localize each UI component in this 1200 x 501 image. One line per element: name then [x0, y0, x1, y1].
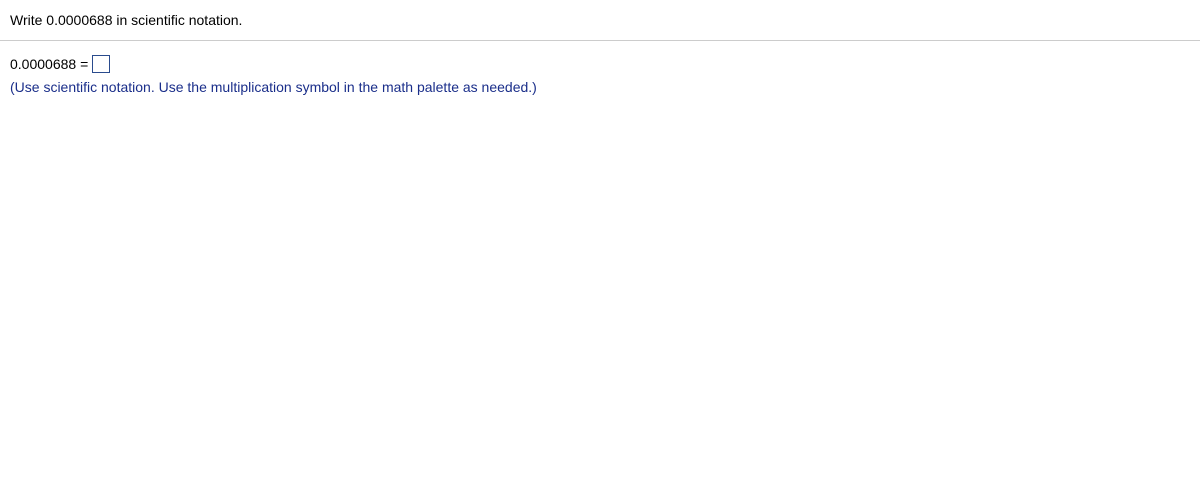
question-text: Write 0.0000688 in scientific notation. — [10, 12, 242, 28]
question-prompt: Write 0.0000688 in scientific notation. — [0, 0, 1200, 41]
answer-area: 0.0000688 = (Use scientific notation. Us… — [0, 41, 1200, 105]
answer-input[interactable] — [92, 55, 110, 73]
answer-line: 0.0000688 = — [10, 55, 1190, 73]
answer-prefix: 0.0000688 = — [10, 56, 88, 72]
answer-hint: (Use scientific notation. Use the multip… — [10, 79, 1190, 95]
